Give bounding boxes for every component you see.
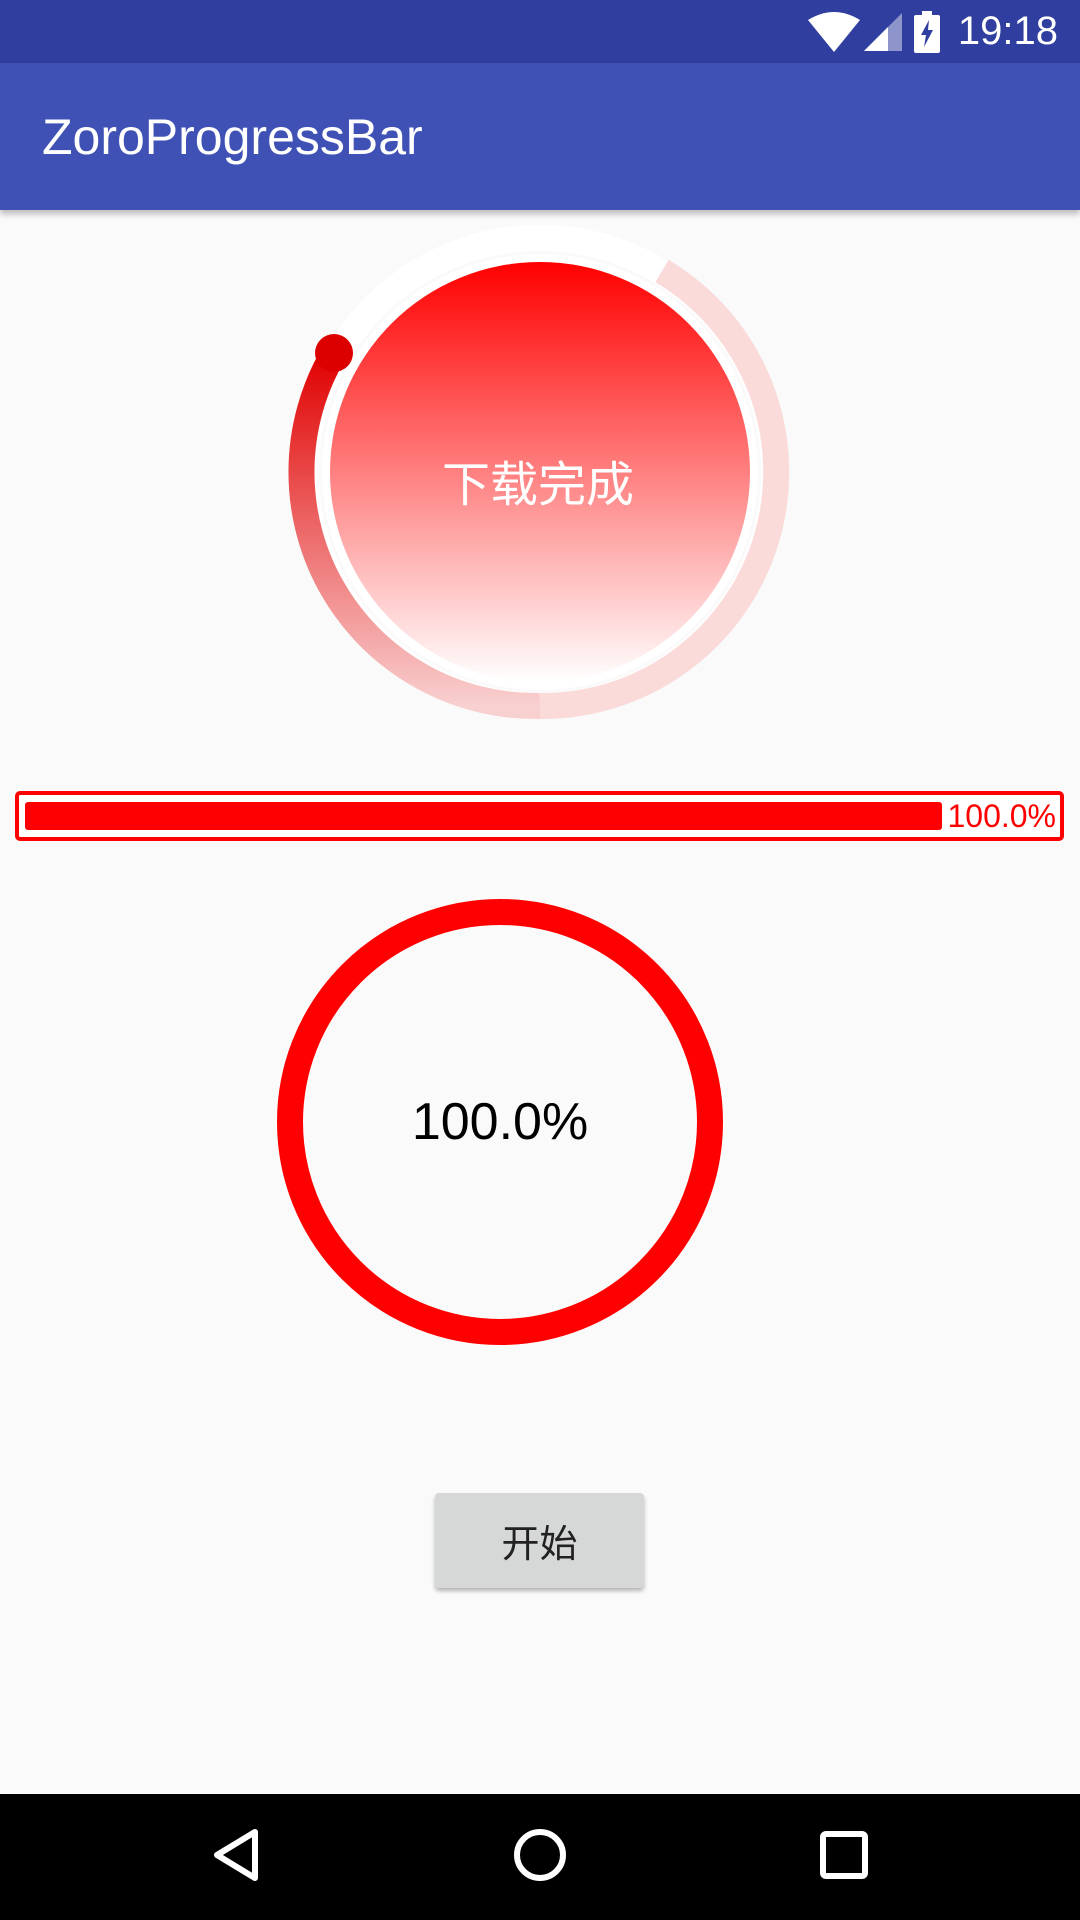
home-button[interactable] bbox=[480, 1794, 600, 1920]
ring-progress-label: 100.0% bbox=[411, 1093, 589, 1151]
ring-progress: 100.0% bbox=[275, 897, 725, 1347]
app-bar: ZoroProgressBar bbox=[0, 63, 1080, 210]
start-button[interactable]: 开始 bbox=[435, 1493, 644, 1588]
cell-signal-icon bbox=[863, 12, 902, 51]
navigation-bar bbox=[0, 1794, 1080, 1920]
back-icon bbox=[211, 1828, 261, 1886]
recents-icon bbox=[820, 1831, 868, 1883]
gradient-circle-progress: 下载完成 bbox=[280, 215, 800, 735]
status-time: 19:18 bbox=[957, 9, 1058, 53]
status-icons: 19:18 bbox=[807, 0, 1080, 63]
app-title: ZoroProgressBar bbox=[42, 109, 423, 165]
horizontal-progress-label: 100.0% bbox=[947, 798, 1056, 834]
status-bar: 19:18 bbox=[0, 0, 1080, 63]
battery-charging-icon bbox=[913, 10, 940, 53]
wifi-icon bbox=[807, 11, 860, 52]
horizontal-progress-fill bbox=[25, 802, 942, 830]
download-complete-label: 下载完成 bbox=[441, 457, 634, 513]
recents-button[interactable] bbox=[784, 1794, 904, 1920]
horizontal-progress-bar: 100.0% bbox=[15, 791, 1064, 841]
back-button[interactable] bbox=[176, 1794, 296, 1920]
home-icon bbox=[513, 1828, 567, 1886]
horizontal-progress-track bbox=[25, 802, 942, 830]
